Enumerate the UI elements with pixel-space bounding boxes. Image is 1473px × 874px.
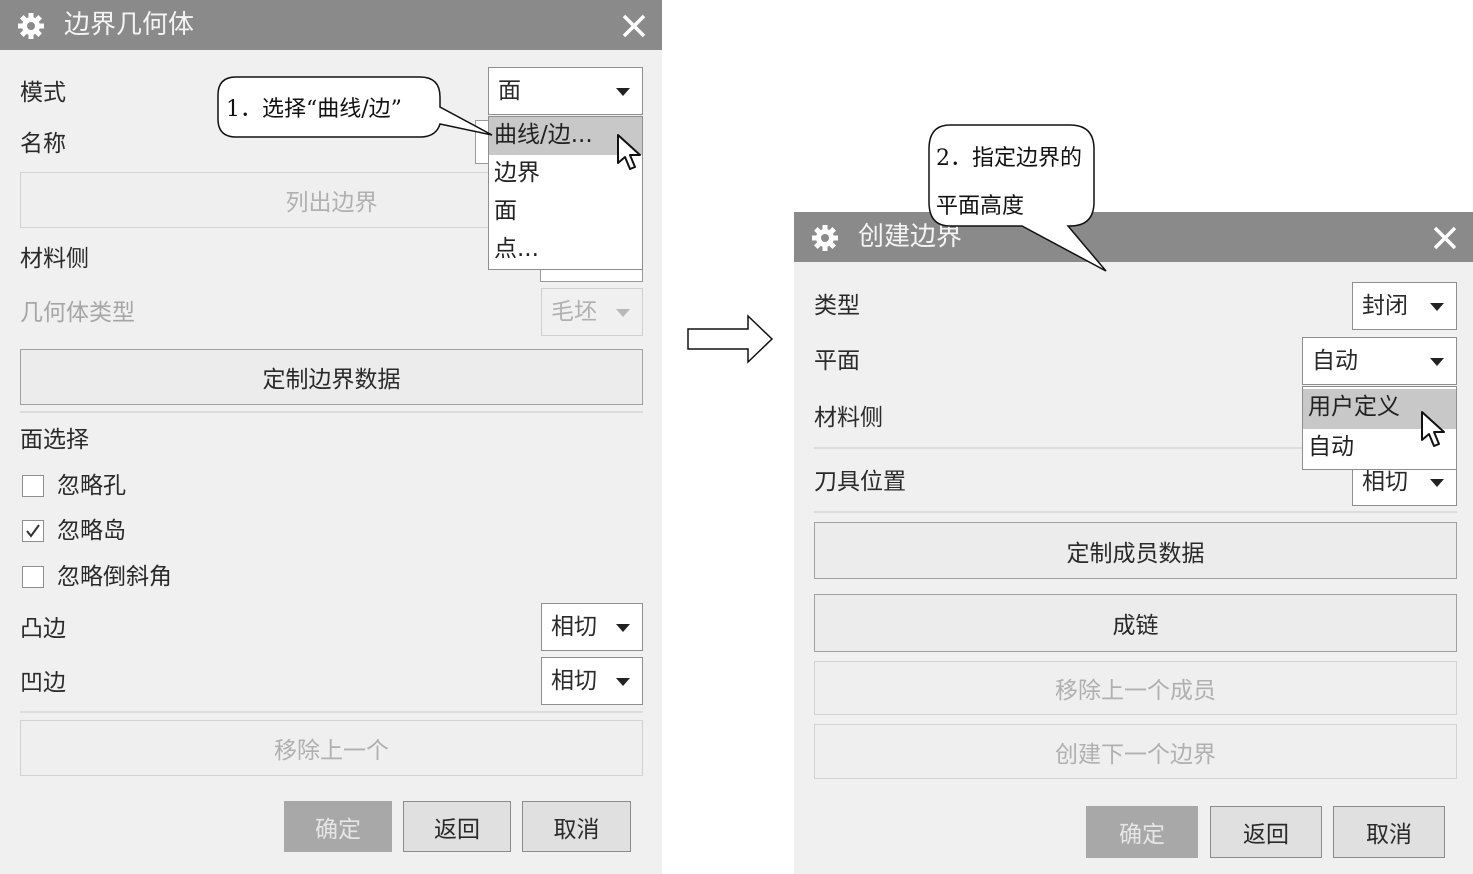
right-arrow-icon <box>687 314 774 364</box>
dialog-title: 边界几何体 <box>64 10 195 40</box>
ignore-islands-label: 忽略岛 <box>57 518 126 544</box>
ok-label: 确定 <box>315 816 361 843</box>
ok-label: 确定 <box>1119 822 1165 848</box>
chain-label: 成链 <box>1112 613 1159 639</box>
menu-item-label: 自动 <box>1308 434 1354 460</box>
remove-last-button[interactable]: 移除上一个 <box>20 720 643 776</box>
menu-item-face[interactable]: 面 <box>489 193 642 231</box>
divider <box>814 511 1457 513</box>
divider <box>20 711 643 713</box>
chevron-down-icon <box>616 88 630 96</box>
material-side-label: 材料侧 <box>814 405 883 431</box>
menu-item-label: 边界 <box>494 160 540 186</box>
title-bar[interactable]: 边界几何体 <box>0 0 662 50</box>
ignore-islands-checkbox[interactable] <box>22 520 44 542</box>
cancel-label: 取消 <box>553 816 600 843</box>
gear-icon <box>812 225 838 251</box>
customize-member-data-button[interactable]: 定制成员数据 <box>814 522 1457 579</box>
chevron-down-icon <box>1430 479 1444 487</box>
gear-icon <box>18 13 44 39</box>
customize-boundary-data-button[interactable]: 定制边界数据 <box>20 349 643 405</box>
concave-edges-dropdown[interactable]: 相切 <box>541 657 643 705</box>
concave-edges-value: 相切 <box>551 668 597 694</box>
checkmark-icon <box>26 524 40 538</box>
remove-last-member-button[interactable]: 移除上一个成员 <box>814 661 1457 715</box>
geometry-type-value: 毛坯 <box>551 299 597 325</box>
cancel-button[interactable]: 取消 <box>522 801 631 852</box>
concave-edges-label: 凹边 <box>20 670 66 696</box>
tool-position-value: 相切 <box>1362 469 1408 495</box>
plane-dropdown[interactable]: 自动 <box>1302 337 1457 385</box>
menu-item-label: 面 <box>494 198 517 224</box>
convex-edges-dropdown[interactable]: 相切 <box>541 603 643 651</box>
ok-button[interactable]: 确定 <box>284 801 392 852</box>
customize-boundary-data-label: 定制边界数据 <box>262 367 401 393</box>
cancel-button[interactable]: 取消 <box>1333 806 1445 858</box>
callout-step1: 1．选择“曲线/边” <box>226 97 402 122</box>
back-button[interactable]: 返回 <box>403 801 511 852</box>
chevron-down-icon <box>616 678 630 686</box>
type-dropdown[interactable]: 封闭 <box>1352 282 1457 330</box>
mouse-cursor-icon <box>617 134 641 170</box>
mouse-cursor-icon <box>1421 411 1445 447</box>
back-label: 返回 <box>1243 822 1289 848</box>
back-label: 返回 <box>434 816 480 843</box>
menu-item-label: 点... <box>494 236 539 262</box>
geometry-type-label: 几何体类型 <box>20 300 135 326</box>
mode-dropdown[interactable]: 面 <box>488 67 643 115</box>
ignore-holes-checkbox[interactable] <box>22 475 44 497</box>
divider <box>20 411 643 413</box>
chevron-down-icon <box>1430 358 1444 366</box>
remove-last-label: 移除上一个 <box>274 738 389 764</box>
plane-label: 平面 <box>814 348 860 374</box>
type-value: 封闭 <box>1362 293 1408 319</box>
tool-position-label: 刀具位置 <box>814 469 906 495</box>
cancel-label: 取消 <box>1366 822 1412 848</box>
name-label: 名称 <box>20 131 66 157</box>
chevron-down-icon <box>1430 303 1444 311</box>
title-bar[interactable]: 创建边界 <box>794 212 1473 262</box>
mode-value: 面 <box>498 78 521 104</box>
ok-button[interactable]: 确定 <box>1086 806 1198 858</box>
face-selection-label: 面选择 <box>20 427 89 453</box>
callout-step2-line1: 2．指定边界的 <box>936 146 1082 171</box>
close-icon[interactable] <box>1431 224 1459 252</box>
create-boundary-dialog: 创建边界 类型 封闭 平面 自动 材料侧 刀具位置 相切 定制成员数据 成链 移… <box>794 212 1473 874</box>
material-side-label: 材料侧 <box>20 246 89 272</box>
menu-item-label: 用户定义 <box>1308 394 1400 420</box>
create-next-boundary-button[interactable]: 创建下一个边界 <box>814 724 1457 779</box>
close-icon[interactable] <box>620 12 648 40</box>
menu-item-point[interactable]: 点... <box>489 231 642 269</box>
back-button[interactable]: 返回 <box>1210 806 1322 858</box>
callout-step2-line2: 平面高度 <box>936 194 1025 219</box>
ignore-chamfers-checkbox[interactable] <box>22 566 44 588</box>
menu-item-label: 曲线/边... <box>494 122 593 148</box>
list-boundaries-label: 列出边界 <box>285 190 378 216</box>
type-label: 类型 <box>814 293 860 319</box>
chain-button[interactable]: 成链 <box>814 594 1457 652</box>
create-next-boundary-label: 创建下一个边界 <box>1055 741 1216 768</box>
convex-edges-value: 相切 <box>551 614 597 640</box>
convex-edges-label: 凸边 <box>20 616 66 642</box>
mode-label: 模式 <box>20 80 66 106</box>
remove-last-member-label: 移除上一个成员 <box>1055 678 1216 704</box>
ignore-holes-label: 忽略孔 <box>57 473 126 499</box>
ignore-chamfers-label: 忽略倒斜角 <box>57 564 172 590</box>
geometry-type-dropdown[interactable]: 毛坯 <box>541 288 643 336</box>
plane-value: 自动 <box>1312 348 1358 374</box>
customize-member-data-label: 定制成员数据 <box>1066 540 1205 567</box>
chevron-down-icon <box>616 624 630 632</box>
chevron-down-icon <box>616 309 630 317</box>
